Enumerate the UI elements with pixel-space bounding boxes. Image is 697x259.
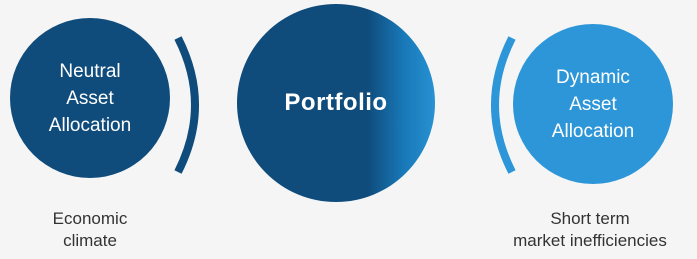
node-label-line: Allocation (48, 114, 132, 136)
diagram-canvas: Neutral Asset Allocation Portfolio Dynam… (0, 0, 697, 259)
dynamic-asset-allocation-node: Dynamic Asset Allocation (513, 24, 673, 184)
node-label-line: Asset (66, 87, 114, 109)
dynamic-asset-allocation-label: Dynamic Asset Allocation (552, 64, 634, 145)
node-label-line: Asset (569, 93, 617, 115)
neutral-asset-allocation-label: Neutral Asset Allocation (49, 58, 131, 139)
node-label-line: Dynamic (556, 66, 630, 88)
caption-line: Economic (52, 209, 128, 228)
caption-line: market inefficiencies (513, 231, 667, 250)
caption-line: climate (63, 231, 117, 250)
economic-climate-caption: Economic climate (20, 208, 160, 252)
portfolio-label: Portfolio (284, 89, 388, 116)
node-label-line: Allocation (551, 120, 635, 142)
caption-line: Short term (550, 209, 630, 228)
left-bracket-arc (174, 36, 199, 174)
right-bracket-arc (491, 36, 516, 174)
node-label-line: Neutral (59, 60, 121, 82)
neutral-asset-allocation-node: Neutral Asset Allocation (10, 18, 170, 178)
portfolio-node: Portfolio (237, 4, 435, 202)
market-inefficiencies-caption: Short term market inefficiencies (483, 208, 697, 252)
